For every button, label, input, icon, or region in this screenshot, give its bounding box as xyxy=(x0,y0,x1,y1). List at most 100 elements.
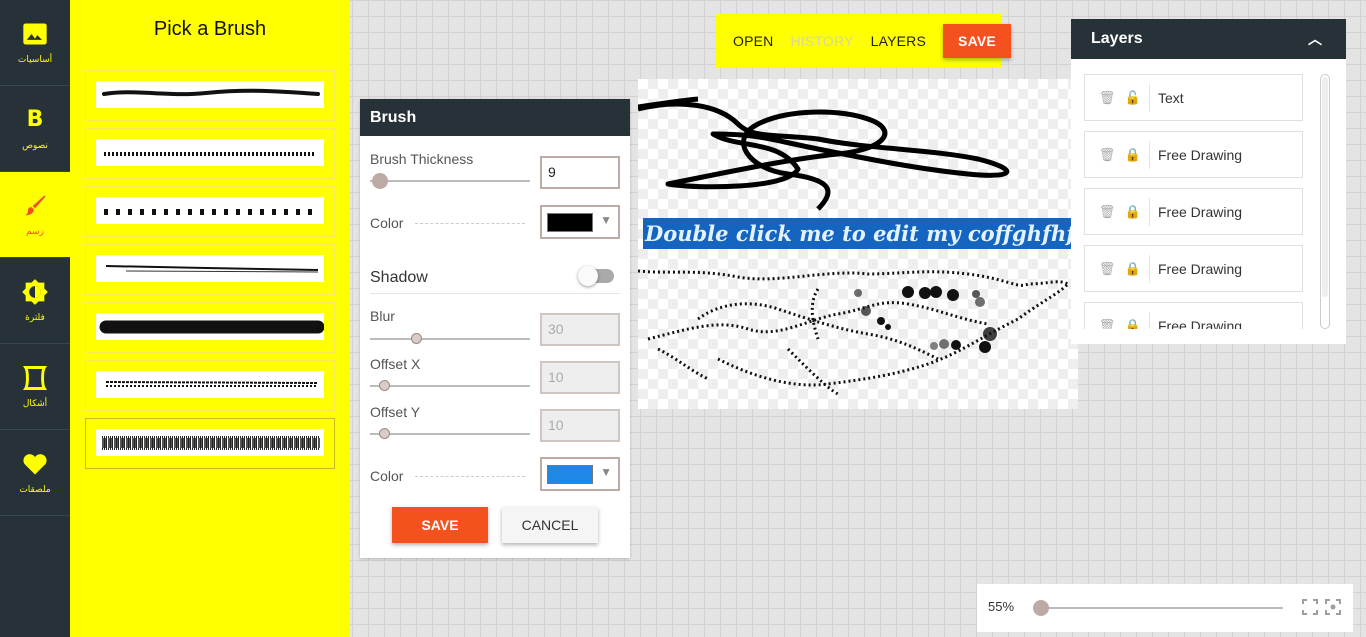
trash-icon[interactable]: 🗑 xyxy=(1085,261,1117,277)
nav-label: فلترة xyxy=(25,312,45,322)
color-swatch xyxy=(547,213,593,232)
lock-icon[interactable]: 🔒 xyxy=(1117,204,1149,220)
slider-knob[interactable] xyxy=(379,380,390,391)
toggle-knob xyxy=(578,266,598,286)
shadow-title: Shadow xyxy=(370,269,428,286)
nav-item-draw[interactable]: رسم xyxy=(0,172,70,258)
layer-name: Text xyxy=(1158,89,1184,106)
offset-x-label: Offset X xyxy=(370,356,421,372)
nav-item-stickers[interactable]: ملصقات xyxy=(0,430,70,516)
layers-button[interactable]: LAYERS xyxy=(871,33,926,49)
zoom-slider[interactable] xyxy=(1035,607,1283,609)
offset-y-label: Offset Y xyxy=(370,404,421,420)
layer-row[interactable]: 🗑 🔓 Text xyxy=(1084,74,1303,121)
top-toolbar: OPEN HISTORY LAYERS SAVE xyxy=(716,14,1011,68)
blur-slider[interactable] xyxy=(370,333,530,344)
left-nav: أساسيات B نصوص رسم فلترة أشكال ملصقات xyxy=(0,0,70,637)
brush-option-double-line[interactable] xyxy=(85,244,335,295)
layers-title: Layers xyxy=(1091,30,1143,47)
nav-item-basics[interactable]: أساسيات xyxy=(0,0,70,86)
lock-icon[interactable]: 🔒 xyxy=(1117,147,1149,163)
offset-y-input[interactable]: 10 xyxy=(540,409,620,442)
trash-icon[interactable]: 🗑 xyxy=(1085,318,1117,330)
layers-scrollbar[interactable] xyxy=(1320,74,1330,329)
layer-list: 🗑 🔓 Text 🗑 🔒 Free Drawing 🗑 🔒 Free Drawi… xyxy=(1084,74,1303,329)
brush-thickness-input[interactable]: 9 xyxy=(540,156,620,189)
shape-icon xyxy=(22,366,48,390)
brightness-icon xyxy=(22,279,48,305)
layer-row[interactable]: 🗑 🔒 Free Drawing xyxy=(1084,188,1303,235)
nav-label: ملصقات xyxy=(19,484,51,494)
trash-icon[interactable]: 🗑 xyxy=(1085,147,1117,163)
brush-list xyxy=(85,70,335,476)
nav-item-filter[interactable]: فلترة xyxy=(0,258,70,344)
brush-color-picker[interactable]: ▼ xyxy=(540,205,620,239)
lock-icon[interactable]: 🔒 xyxy=(1117,261,1149,277)
brush-option-diamond[interactable] xyxy=(85,186,335,237)
layer-name: Free Drawing xyxy=(1158,203,1243,220)
shadow-color-picker[interactable]: ▼ xyxy=(540,457,620,491)
layer-name: Free Drawing xyxy=(1158,260,1243,277)
color-label: Color xyxy=(370,215,404,231)
blur-label: Blur xyxy=(370,308,395,324)
trash-icon[interactable]: 🗑 xyxy=(1085,90,1117,106)
save-button[interactable]: SAVE xyxy=(943,24,1011,58)
dialog-save-button[interactable]: SAVE xyxy=(392,507,488,543)
nav-label: أساسيات xyxy=(17,54,53,64)
nav-item-text[interactable]: B نصوص xyxy=(0,86,70,172)
nav-label: رسم xyxy=(26,226,44,236)
slider-knob[interactable] xyxy=(411,333,422,344)
shadow-toggle[interactable] xyxy=(578,266,614,286)
color-swatch xyxy=(547,465,593,484)
offset-x-input[interactable]: 10 xyxy=(540,361,620,394)
history-button[interactable]: HISTORY xyxy=(790,33,853,49)
dialog-cancel-button[interactable]: CANCEL xyxy=(502,507,598,543)
offset-x-slider[interactable] xyxy=(370,380,530,391)
zoom-percent: 55% xyxy=(988,599,1015,614)
zoom-slider-knob[interactable] xyxy=(1033,600,1049,616)
zoom-bar: 55% xyxy=(977,584,1353,632)
layer-row[interactable]: 🗑 🔒 Free Drawing xyxy=(1084,302,1303,329)
dotted-leader xyxy=(415,223,525,224)
caret-down-icon: ▼ xyxy=(600,213,612,227)
layer-name: Free Drawing xyxy=(1158,146,1243,163)
brush-icon xyxy=(25,195,46,216)
offset-y-slider[interactable] xyxy=(370,428,530,439)
brush-thickness-slider[interactable] xyxy=(370,173,530,189)
shadow-color-label: Color xyxy=(370,468,404,484)
center-focus-icon[interactable] xyxy=(1324,598,1342,616)
brush-picker-panel: Pick a Brush xyxy=(70,0,350,637)
picker-title: Pick a Brush xyxy=(153,18,267,40)
blur-input[interactable]: 30 xyxy=(540,313,620,346)
layer-row[interactable]: 🗑 🔒 Free Drawing xyxy=(1084,245,1303,292)
trash-icon[interactable]: 🗑 xyxy=(1085,204,1117,220)
brush-option-pencil[interactable] xyxy=(85,70,335,121)
layers-panel: Layers ︿ 🗑 🔓 Text 🗑 🔒 Free Drawing 🗑 🔒 F… xyxy=(1071,19,1346,344)
layers-header[interactable]: Layers ︿ xyxy=(1071,19,1346,59)
heart-icon xyxy=(23,454,47,475)
caret-down-icon: ▼ xyxy=(600,465,612,479)
lock-icon[interactable]: 🔒 xyxy=(1117,318,1149,330)
nav-label: نصوص xyxy=(22,140,48,150)
layer-name: Free Drawing xyxy=(1158,317,1243,330)
dialog-title: Brush xyxy=(360,99,630,136)
brush-option-dashed-thick[interactable] xyxy=(85,360,335,411)
brush-settings-dialog: Brush Brush Thickness 9 Color ▼ Shadow B… xyxy=(360,99,630,558)
nav-label: أشكال xyxy=(22,398,48,408)
fit-screen-icon[interactable] xyxy=(1301,598,1319,616)
brush-option-spray[interactable] xyxy=(85,418,335,469)
brush-option-dotted[interactable] xyxy=(85,128,335,179)
slider-knob[interactable] xyxy=(372,173,388,189)
nav-item-shapes[interactable]: أشكال xyxy=(0,344,70,430)
layer-row[interactable]: 🗑 🔒 Free Drawing xyxy=(1084,131,1303,178)
unlock-icon[interactable]: 🔓 xyxy=(1117,90,1149,106)
open-button[interactable]: OPEN xyxy=(733,33,773,49)
canvas-text-object[interactable]: Double click me to edit my coffghfhfhfte… xyxy=(643,218,1071,249)
dotted-leader xyxy=(415,476,525,477)
brush-thickness-label: Brush Thickness xyxy=(370,151,474,167)
image-icon xyxy=(23,23,47,45)
slider-knob[interactable] xyxy=(379,428,390,439)
scrollbar-thumb[interactable] xyxy=(1322,77,1328,297)
chevron-up-icon[interactable]: ︿ xyxy=(1308,19,1322,59)
brush-option-blobby[interactable] xyxy=(85,302,335,353)
